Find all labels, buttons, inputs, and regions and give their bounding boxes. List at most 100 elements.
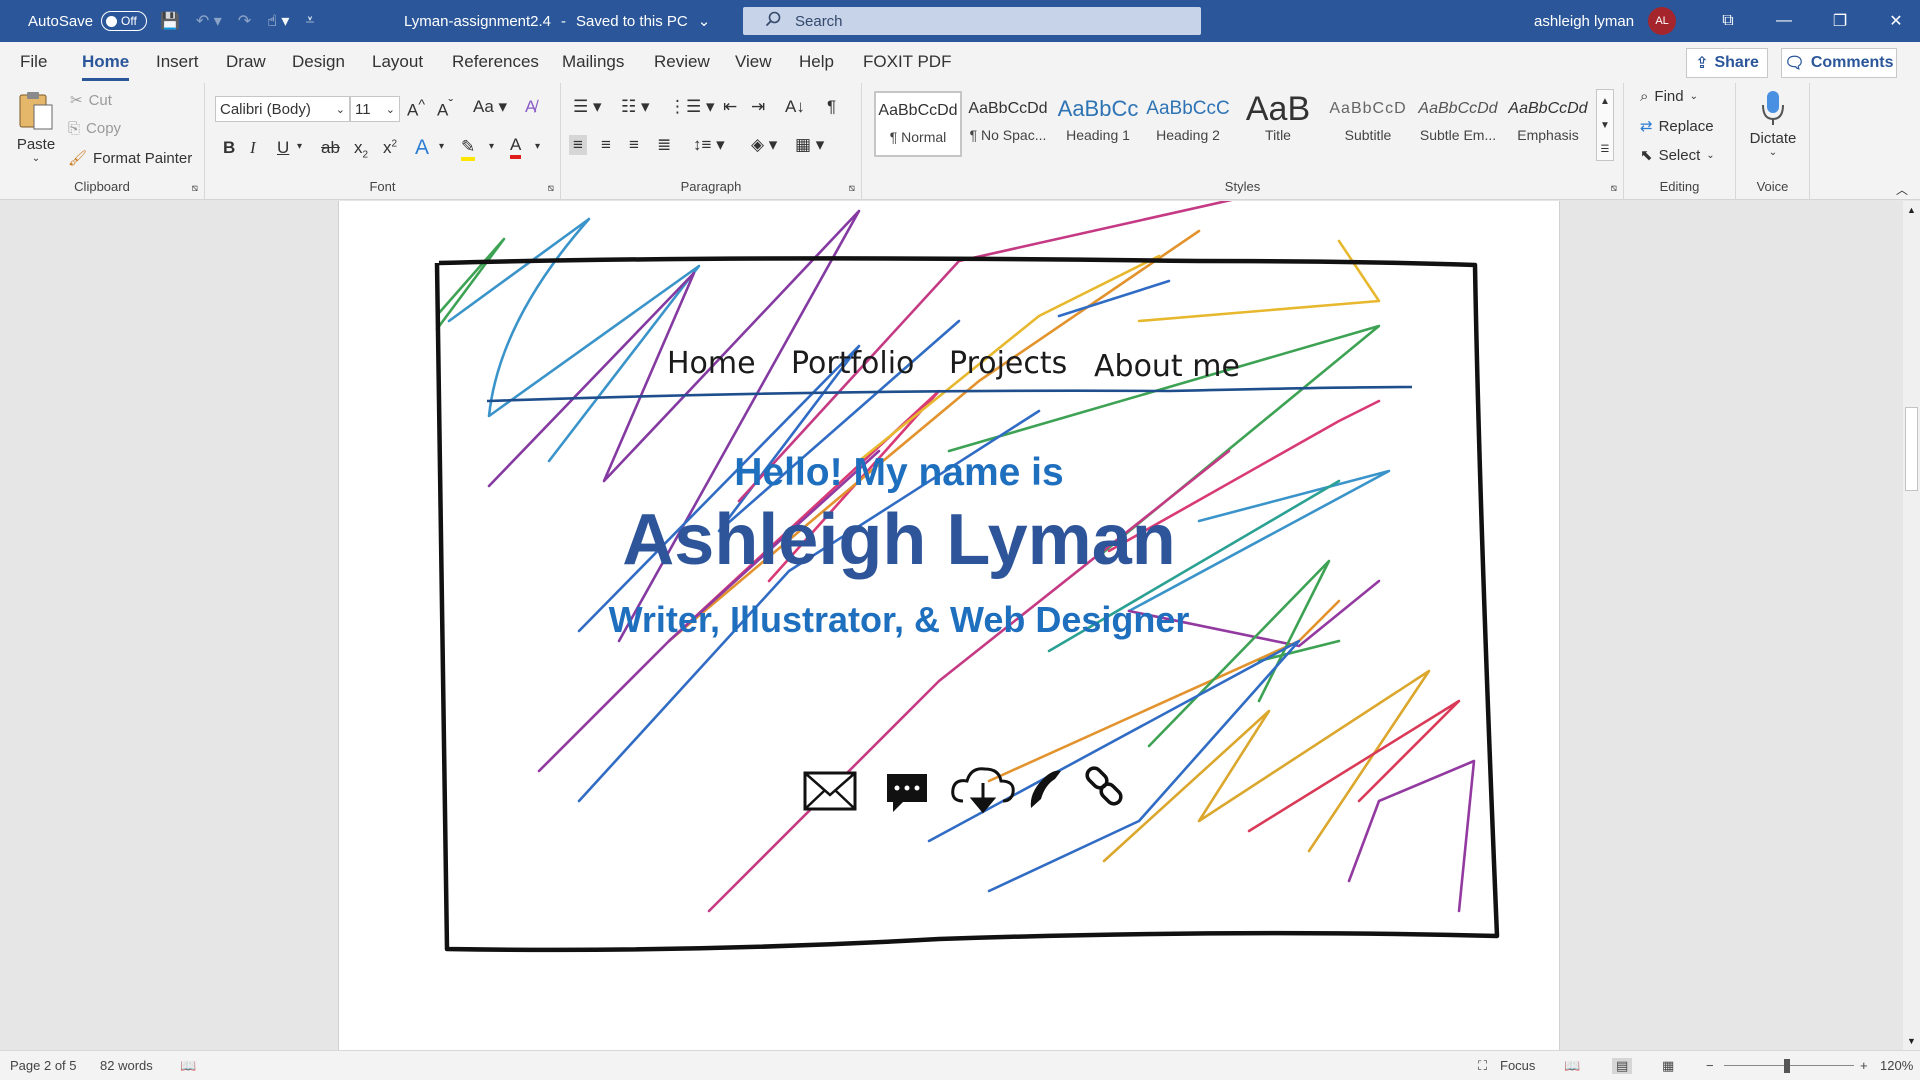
dialog-launcher-icon[interactable]: ⧅	[192, 183, 198, 194]
print-layout-icon[interactable]: ▤	[1612, 1058, 1633, 1074]
styles-gallery-scroller[interactable]: ▲ ▼ ☰	[1596, 89, 1614, 161]
bullets-icon[interactable]: ☰ ▾	[573, 97, 602, 117]
zoom-slider-thumb[interactable]	[1784, 1059, 1790, 1073]
style-no-spacing[interactable]: AaBbCcDd ¶ No Spac...	[964, 91, 1052, 157]
tab-references[interactable]: References	[452, 52, 539, 72]
italic-icon[interactable]: I	[250, 138, 256, 158]
superscript-icon[interactable]: x2	[383, 138, 397, 158]
tab-mailings[interactable]: Mailings	[562, 52, 624, 72]
tab-design[interactable]: Design	[292, 52, 345, 72]
style-title[interactable]: AaB Title	[1234, 91, 1322, 157]
paste-dropdown-icon[interactable]: ⌄	[14, 153, 58, 164]
clear-formatting-icon[interactable]: A̸	[525, 97, 536, 117]
style-normal[interactable]: AaBbCcDd ¶ Normal	[874, 91, 962, 157]
show-formatting-icon[interactable]: ¶	[827, 97, 836, 117]
chevron-down-icon[interactable]: ▾	[439, 141, 444, 152]
align-left-icon[interactable]: ≡	[569, 135, 587, 155]
text-effects-icon[interactable]: A	[415, 136, 429, 160]
grow-font-icon[interactable]: A^	[407, 97, 425, 121]
format-painter-button[interactable]: 🖌 Format Painter	[68, 149, 192, 168]
document-page[interactable]: Home Portfolio Projects About me Hello! …	[338, 201, 1560, 1050]
shading-icon[interactable]: ◈ ▾	[751, 135, 777, 155]
tab-file[interactable]: File	[20, 52, 47, 72]
borders-icon[interactable]: ▦ ▾	[795, 135, 824, 155]
find-button[interactable]: ⌕ Find ⌄	[1640, 88, 1698, 105]
tab-draw[interactable]: Draw	[226, 52, 266, 72]
scroll-down-icon[interactable]: ▼	[1907, 1036, 1916, 1046]
zoom-in-icon[interactable]: +	[1860, 1058, 1868, 1073]
scroll-up-icon[interactable]: ▲	[1907, 205, 1916, 215]
redo-icon[interactable]: ↷	[238, 11, 251, 31]
style-emphasis[interactable]: AaBbCcDd Emphasis	[1504, 91, 1592, 157]
font-color-icon[interactable]: A	[510, 135, 522, 159]
multilevel-list-icon[interactable]: ⋮☰ ▾	[669, 97, 715, 117]
word-count[interactable]: 82 words	[100, 1058, 153, 1073]
replace-button[interactable]: ⇄ Replace	[1640, 117, 1714, 136]
scrollbar-thumb[interactable]	[1905, 407, 1918, 491]
focus-label[interactable]: Focus	[1500, 1058, 1535, 1073]
tab-foxit-pdf[interactable]: FOXIT PDF	[863, 52, 951, 72]
font-family-select[interactable]: Calibri (Body) ⌄	[215, 96, 350, 122]
style-subtitle[interactable]: AaBbCcD Subtitle	[1324, 91, 1412, 157]
tab-review[interactable]: Review	[654, 52, 710, 72]
search-box[interactable]: Search	[743, 7, 1201, 35]
restore-icon[interactable]: ❐	[1812, 11, 1868, 31]
document-title-area[interactable]: Lyman-assignment2.4 - Saved to this PC ⌄	[404, 0, 710, 42]
autosave-toggle[interactable]: Off	[101, 11, 148, 31]
focus-icon[interactable]: ⛶	[1478, 1058, 1487, 1074]
subscript-icon[interactable]: x2	[354, 138, 368, 160]
close-icon[interactable]: ✕	[1868, 11, 1920, 31]
numbering-icon[interactable]: ☷ ▾	[621, 97, 650, 117]
customize-qat-icon[interactable]: ⩡	[305, 12, 314, 30]
autosave-control[interactable]: AutoSave Off	[28, 0, 148, 42]
copy-button[interactable]: ⎘ Copy	[68, 120, 121, 137]
more-styles-icon[interactable]: ☰	[1597, 138, 1613, 162]
dialog-launcher-icon[interactable]: ⧅	[548, 183, 554, 194]
tab-view[interactable]: View	[735, 52, 772, 72]
phone-icon[interactable]	[1030, 770, 1061, 808]
touch-mode-icon[interactable]: ☝ ▾	[267, 11, 289, 31]
minimize-icon[interactable]: —	[1756, 12, 1812, 30]
web-layout-icon[interactable]: ▦	[1662, 1058, 1674, 1074]
change-case-icon[interactable]: Aa ▾	[473, 97, 507, 117]
decrease-indent-icon[interactable]: ⇤	[723, 97, 737, 117]
line-spacing-icon[interactable]: ↕≡ ▾	[693, 135, 725, 155]
tab-layout[interactable]: Layout	[372, 52, 423, 72]
style-heading-1[interactable]: AaBbCc Heading 1	[1054, 91, 1142, 157]
user-account[interactable]: ashleigh lyman AL	[1534, 0, 1677, 42]
dialog-launcher-icon[interactable]: ⧅	[849, 183, 855, 194]
chevron-down-icon[interactable]: ▾	[535, 141, 540, 152]
chevron-down-icon[interactable]: ▾	[489, 141, 494, 152]
dialog-launcher-icon[interactable]: ⧅	[1611, 183, 1617, 194]
proofing-icon[interactable]: 📖	[180, 1058, 196, 1074]
tab-insert[interactable]: Insert	[156, 52, 199, 72]
vertical-scrollbar[interactable]: ▲ ▼	[1903, 201, 1920, 1050]
increase-indent-icon[interactable]: ⇥	[751, 97, 765, 117]
envelope-icon[interactable]	[803, 771, 857, 811]
undo-icon[interactable]: ↶ ▾	[196, 11, 222, 31]
tab-help[interactable]: Help	[799, 52, 834, 72]
chat-bubble-icon[interactable]	[887, 774, 927, 812]
underline-icon[interactable]: U	[277, 138, 289, 158]
scroll-down-icon[interactable]: ▼	[1597, 114, 1613, 138]
cut-button[interactable]: ✂ Cut	[70, 91, 112, 110]
shrink-font-icon[interactable]: Aˇ	[437, 97, 453, 121]
align-center-icon[interactable]: ≡	[601, 135, 611, 155]
link-icon[interactable]	[1084, 765, 1123, 806]
zoom-out-icon[interactable]: −	[1706, 1058, 1714, 1073]
align-right-icon[interactable]: ≡	[629, 135, 639, 155]
style-subtle-emphasis[interactable]: AaBbCcDd Subtle Em...	[1414, 91, 1502, 157]
share-button[interactable]: ⇪ Share	[1686, 48, 1768, 78]
strikethrough-icon[interactable]: ab	[321, 138, 340, 158]
highlight-icon[interactable]: ✎	[461, 137, 476, 161]
chevron-down-icon[interactable]: ⌄	[1736, 147, 1810, 158]
paste-button[interactable]: Paste ⌄	[14, 89, 58, 164]
chevron-down-icon[interactable]: ▾	[297, 141, 302, 152]
dictate-button[interactable]: Dictate ⌄	[1736, 89, 1810, 158]
font-size-select[interactable]: 11 ⌄	[350, 96, 400, 122]
zoom-level[interactable]: 120%	[1880, 1058, 1913, 1073]
collapse-ribbon-icon[interactable]: ︿	[1896, 181, 1908, 198]
save-icon[interactable]: 💾	[160, 11, 180, 31]
read-mode-icon[interactable]: 📖	[1564, 1058, 1580, 1074]
bold-icon[interactable]: B	[223, 138, 235, 158]
